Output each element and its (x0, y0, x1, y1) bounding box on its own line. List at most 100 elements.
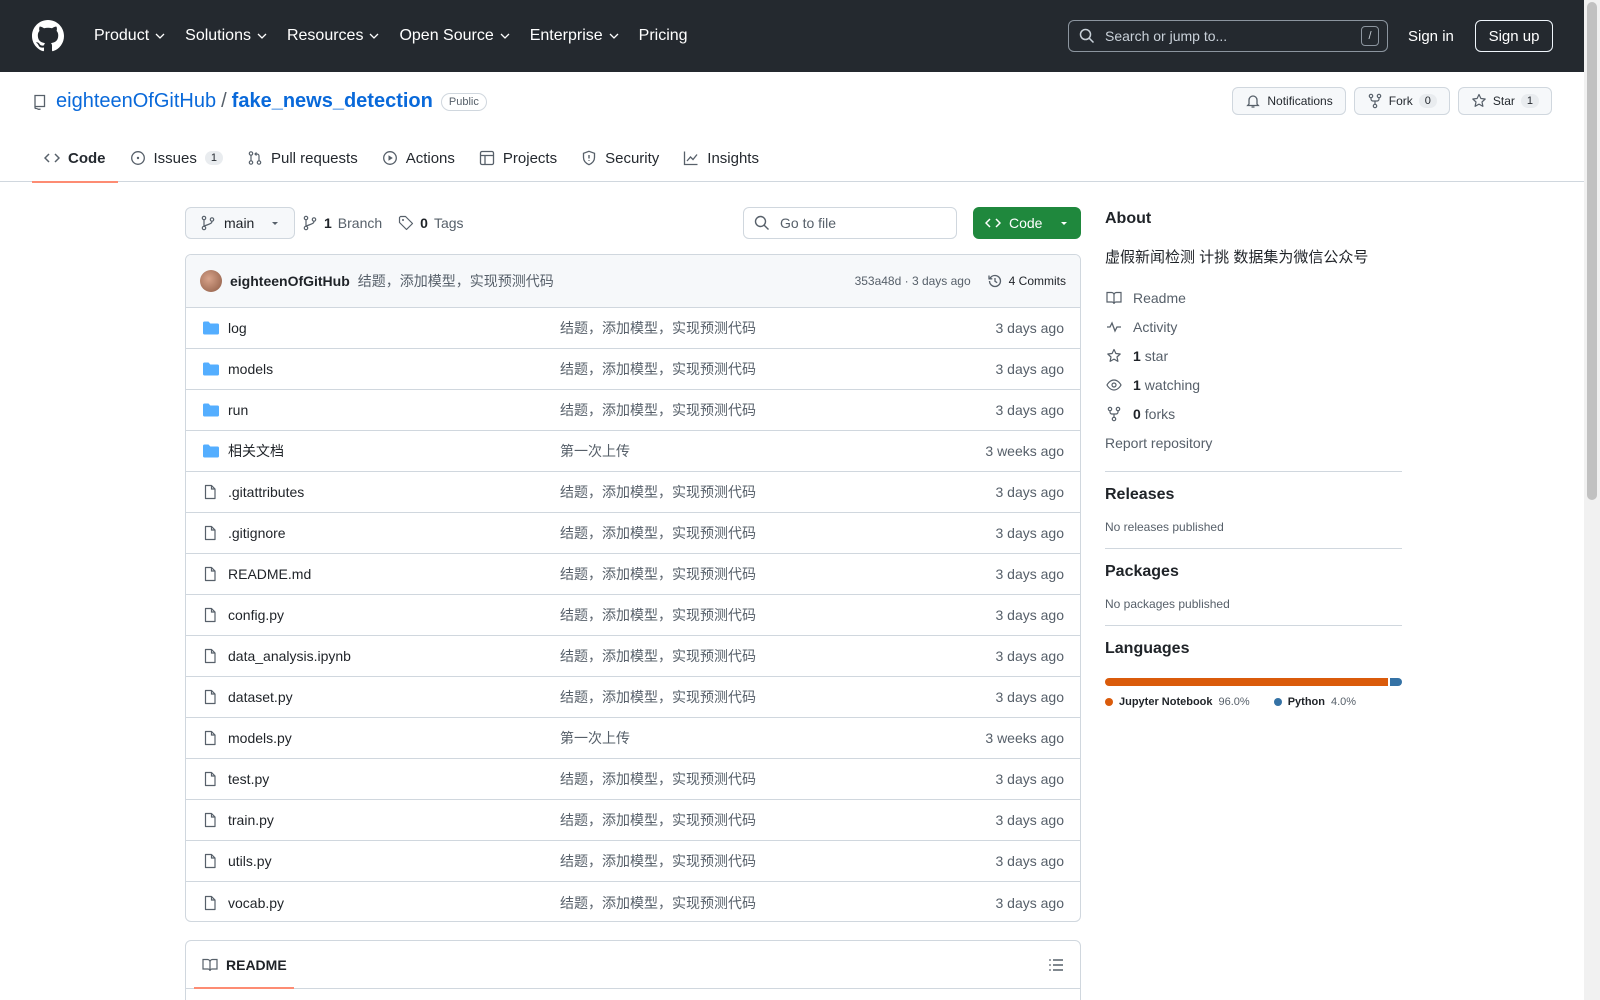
tab-issues[interactable]: Issues 1 (118, 134, 235, 182)
language-percent: 4.0% (1331, 696, 1357, 708)
file-commit-message-link[interactable]: 结题，添加模型，实现预测代码 (560, 810, 996, 830)
file-commit-message-link[interactable]: 结题，添加模型，实现预测代码 (560, 359, 996, 379)
go-to-file-input[interactable]: Go to file (743, 207, 957, 239)
file-commit-message-link[interactable]: 结题，添加模型，实现预测代码 (560, 400, 996, 420)
file-name-link[interactable]: dataset.py (228, 689, 560, 705)
tab-actions[interactable]: Actions (370, 134, 467, 182)
file-row[interactable]: vocab.py 结题，添加模型，实现预测代码 3 days ago (186, 882, 1080, 921)
commit-author-link[interactable]: eighteenOfGitHub (230, 273, 350, 289)
tab-projects[interactable]: Projects (467, 134, 569, 182)
file-commit-message-link[interactable]: 结题，添加模型，实现预测代码 (560, 318, 996, 338)
file-row[interactable]: utils.py 结题，添加模型，实现预测代码 3 days ago (186, 841, 1080, 882)
language-item[interactable]: Jupyter Notebook 96.0% (1105, 696, 1250, 708)
file-row[interactable]: .gitignore 结题，添加模型，实现预测代码 3 days ago (186, 513, 1080, 554)
tags-link[interactable]: 0 Tags (398, 215, 464, 231)
github-logo-icon[interactable] (32, 20, 64, 52)
file-row[interactable]: config.py 结题，添加模型，实现预测代码 3 days ago (186, 595, 1080, 636)
code-download-button[interactable]: Code (973, 207, 1081, 239)
activity-link[interactable]: Activity (1105, 312, 1402, 341)
divider (1105, 471, 1402, 472)
file-name-link[interactable]: log (228, 320, 560, 336)
file-row[interactable]: data_analysis.ipynb 结题，添加模型，实现预测代码 3 days … (186, 636, 1080, 677)
file-commit-message-link[interactable]: 结题，添加模型，实现预测代码 (560, 605, 996, 625)
file-name-link[interactable]: models (228, 361, 560, 377)
file-row[interactable]: README.md 结题，添加模型，实现预测代码 3 days ago (186, 554, 1080, 595)
file-name-link[interactable]: config.py (228, 607, 560, 623)
file-row[interactable]: train.py 结题，添加模型，实现预测代码 3 days ago (186, 800, 1080, 841)
file-row[interactable]: dataset.py 结题，添加模型，实现预测代码 3 days ago (186, 677, 1080, 718)
releases-heading[interactable]: Releases (1105, 486, 1402, 504)
file-name-link[interactable]: 相关文档 (228, 441, 560, 461)
file-commit-message-link[interactable]: 结题，添加模型，实现预测代码 (560, 482, 996, 502)
readme-link[interactable]: Readme (1105, 283, 1402, 312)
file-row[interactable]: .gitattributes 结题，添加模型，实现预测代码 3 days ago (186, 472, 1080, 513)
nav-solutions[interactable]: Solutions (175, 19, 277, 53)
folder-icon (202, 320, 220, 336)
nav-product[interactable]: Product (84, 19, 175, 53)
file-row[interactable]: models 结题，添加模型，实现预测代码 3 days ago (186, 349, 1080, 390)
readme-title[interactable]: README (226, 957, 287, 973)
nav-pricing[interactable]: Pricing (629, 19, 698, 53)
repo-owner-link[interactable]: eighteenOfGitHub (56, 90, 216, 113)
file-commit-message-link[interactable]: 结题，添加模型，实现预测代码 (560, 893, 996, 913)
file-commit-message-link[interactable]: 结题，添加模型，实现预测代码 (560, 851, 996, 871)
file-commit-message-link[interactable]: 结题，添加模型，实现预测代码 (560, 646, 996, 666)
tab-code[interactable]: Code (32, 134, 118, 183)
file-name-link[interactable]: data_analysis.ipynb (228, 648, 560, 664)
watching-link[interactable]: 1 watching (1105, 370, 1402, 399)
global-search-input[interactable]: Search or jump to... / (1068, 20, 1388, 52)
file-name-link[interactable]: .gitignore (228, 525, 560, 541)
nav-resources[interactable]: Resources (277, 19, 389, 53)
file-row[interactable]: 相关文档 第一次上传 3 weeks ago (186, 431, 1080, 472)
commit-message-link[interactable]: 结题，添加模型，实现预测代码 (358, 271, 554, 291)
file-name-link[interactable]: test.py (228, 771, 560, 787)
file-name-link[interactable]: train.py (228, 812, 560, 828)
tag-icon (399, 215, 414, 231)
file-row[interactable]: models.py 第一次上传 3 weeks ago (186, 718, 1080, 759)
file-commit-message-link[interactable]: 第一次上传 (560, 441, 985, 461)
file-name-link[interactable]: models.py (228, 730, 560, 746)
tab-security[interactable]: Security (569, 134, 671, 182)
sign-up-button[interactable]: Sign up (1475, 20, 1553, 52)
file-commit-message-link[interactable]: 结题，添加模型，实现预测代码 (560, 687, 996, 707)
file-name-link[interactable]: vocab.py (228, 895, 560, 911)
tab-insights[interactable]: Insights (671, 134, 771, 182)
repo-name-link[interactable]: fake_news_detection (232, 90, 433, 113)
avatar[interactable] (200, 270, 222, 292)
file-commit-message-link[interactable]: 结题，添加模型，实现预测代码 (560, 769, 996, 789)
file-name-link[interactable]: .gitattributes (228, 484, 560, 500)
list-outline-icon[interactable] (1048, 957, 1064, 973)
commit-hash-time[interactable]: 353a48d · 3 days ago (855, 274, 971, 288)
forks-link[interactable]: 0 forks (1105, 399, 1402, 428)
branch-selector[interactable]: main (185, 207, 296, 239)
file-name-link[interactable]: README.md (228, 566, 560, 582)
file-commit-age: 3 days ago (995, 853, 1065, 869)
tab-pull-requests[interactable]: Pull requests (235, 134, 370, 182)
nav-open-source[interactable]: Open Source (389, 19, 519, 53)
file-commit-age: 3 days ago (995, 402, 1065, 418)
file-row[interactable]: log 结题，添加模型，实现预测代码 3 days ago (186, 308, 1080, 349)
nav-enterprise[interactable]: Enterprise (520, 19, 629, 53)
file-commit-message-link[interactable]: 结题，添加模型，实现预测代码 (560, 523, 996, 543)
branches-link[interactable]: 1 Branch (302, 215, 382, 231)
star-button[interactable]: Star 1 (1457, 87, 1552, 115)
file-name-link[interactable]: run (228, 402, 560, 418)
language-item[interactable]: Python 4.0% (1273, 696, 1357, 708)
commits-history-link[interactable]: 4 Commits (987, 273, 1066, 289)
nav-label: Open Source (399, 27, 494, 44)
scrollbar-thumb[interactable] (1587, 2, 1597, 500)
packages-heading[interactable]: Packages (1105, 563, 1402, 581)
page-scrollbar[interactable] (1584, 0, 1600, 1000)
report-repository-link[interactable]: Report repository (1105, 428, 1402, 457)
sign-in-link[interactable]: Sign in (1400, 24, 1462, 49)
stars-label: star (1144, 347, 1169, 364)
file-commit-message-link[interactable]: 第一次上传 (560, 728, 985, 748)
notifications-button[interactable]: Notifications (1232, 87, 1346, 115)
file-name-link[interactable]: utils.py (228, 853, 560, 869)
fork-button[interactable]: Fork 0 (1353, 87, 1450, 115)
stars-link[interactable]: 1 star (1105, 341, 1402, 370)
file-row[interactable]: run 结题，添加模型，实现预测代码 3 days ago (186, 390, 1080, 431)
file-commit-message-link[interactable]: 结题，添加模型，实现预测代码 (560, 564, 996, 584)
file-row[interactable]: test.py 结题，添加模型，实现预测代码 3 days ago (186, 759, 1080, 800)
star-count: 1 (1520, 94, 1539, 108)
